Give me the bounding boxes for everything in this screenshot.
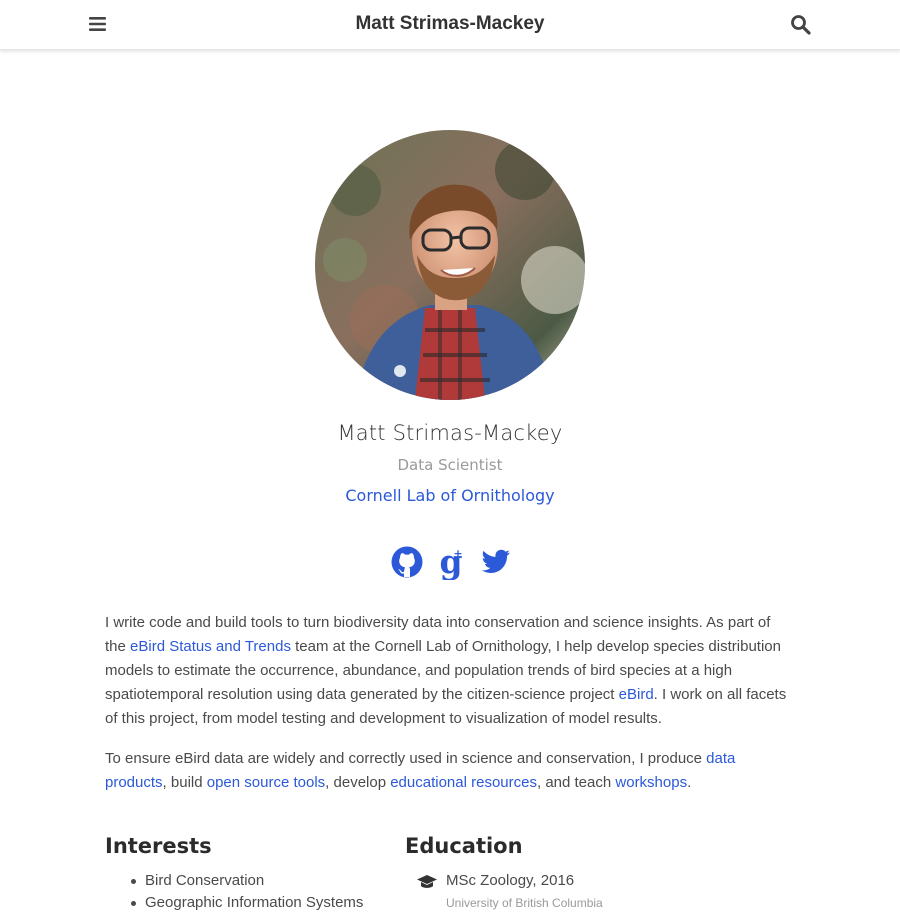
interest-item: Geographic Information Systems bbox=[128, 892, 363, 914]
education-text: MSc Zoology, 2016 University of British … bbox=[446, 870, 603, 914]
ebird-status-trends-link[interactable]: eBird Status and Trends bbox=[130, 638, 291, 655]
top-navbar: Matt Strimas-Mackey bbox=[0, 0, 900, 50]
svg-text:+: + bbox=[453, 547, 462, 560]
education-item: MSc Zoology, 2016 University of British … bbox=[417, 870, 603, 914]
twitter-icon[interactable] bbox=[477, 544, 513, 580]
profile-organization[interactable]: Cornell Lab of Ornithology bbox=[0, 486, 900, 505]
bio-text: . bbox=[687, 774, 692, 791]
interest-item: Bird Conservation bbox=[128, 870, 363, 892]
bio-text: , build bbox=[162, 774, 207, 791]
education-heading: Education bbox=[405, 834, 523, 858]
bio-text: To ensure eBird data are widely and corr… bbox=[105, 750, 707, 767]
github-icon[interactable] bbox=[389, 544, 425, 580]
workshops-link[interactable]: workshops bbox=[615, 774, 687, 791]
interests-heading: Interests bbox=[105, 834, 212, 858]
ebird-link[interactable]: eBird bbox=[619, 686, 654, 703]
bio-text: , develop bbox=[325, 774, 391, 791]
site-title[interactable]: Matt Strimas-Mackey bbox=[0, 13, 900, 35]
google-scholar-icon[interactable]: g + bbox=[433, 542, 469, 581]
social-links: g + bbox=[389, 542, 513, 581]
organization-link[interactable]: Cornell Lab of Ornithology bbox=[345, 486, 554, 505]
education-degree: MSc Zoology, 2016 bbox=[446, 872, 575, 889]
open-source-tools-link[interactable]: open source tools bbox=[207, 774, 325, 791]
educational-resources-link[interactable]: educational resources bbox=[390, 774, 537, 791]
interests-list: Bird Conservation Geographic Information… bbox=[128, 870, 363, 914]
profile-role: Data Scientist bbox=[397, 456, 503, 474]
bio-paragraph-2: To ensure eBird data are widely and corr… bbox=[105, 747, 795, 795]
bio-paragraph-1: I write code and build tools to turn bio… bbox=[105, 611, 795, 731]
profile-avatar bbox=[315, 130, 585, 400]
graduation-cap-icon bbox=[417, 874, 437, 890]
search-icon[interactable] bbox=[790, 14, 811, 35]
profile-name: Matt Strimas-Mackey bbox=[337, 421, 563, 445]
bio-text: , and teach bbox=[536, 774, 616, 791]
education-list: MSc Zoology, 2016 University of British … bbox=[417, 870, 603, 914]
education-school: University of British Columbia bbox=[446, 896, 603, 910]
